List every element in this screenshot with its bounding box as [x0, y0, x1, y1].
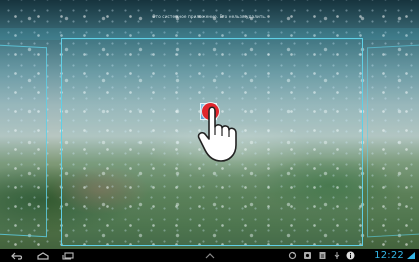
tablet-screen: Это системное приложение. Его нельзя уда…: [0, 0, 419, 262]
home-panel-right[interactable]: [367, 44, 419, 238]
back-icon[interactable]: [11, 251, 23, 260]
home-panel-left[interactable]: [0, 44, 47, 238]
recent-apps-icon[interactable]: [62, 251, 74, 260]
download-icon[interactable]: [318, 251, 327, 260]
tapping-hand-icon: [197, 106, 237, 162]
clock[interactable]: 12:22: [374, 250, 404, 261]
media-icon[interactable]: [303, 251, 312, 260]
signal-icon: [406, 251, 416, 260]
chevron-up-icon[interactable]: [205, 251, 215, 260]
system-app-message: Это системное приложение. Его нельзя уда…: [152, 14, 267, 19]
info-icon[interactable]: [346, 251, 355, 260]
navigation-bar: 12:22: [0, 249, 419, 262]
sync-icon[interactable]: [288, 251, 297, 260]
usb-icon[interactable]: [333, 251, 341, 260]
home-icon[interactable]: [37, 251, 49, 260]
